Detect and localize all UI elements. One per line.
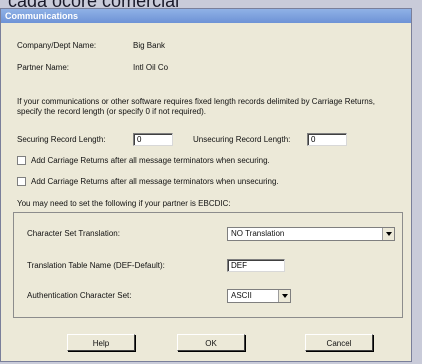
cr-securing-label: Add Carriage Returns after all message t… (31, 156, 270, 165)
communications-dialog: Communications Company/Dept Name: Big Ba… (0, 8, 412, 362)
partner-value: Intl Oil Co (133, 63, 169, 72)
cancel-button[interactable]: Cancel (305, 334, 373, 351)
chevron-down-icon[interactable] (278, 290, 290, 302)
help-button[interactable]: Help (67, 334, 135, 351)
auth-charset-value: ASCII (231, 291, 252, 300)
charset-translation-label: Character Set Translation: (27, 229, 120, 238)
partner-label: Partner Name: (17, 63, 70, 72)
auth-charset-select[interactable]: ASCII (227, 289, 291, 303)
unsecuring-record-length-input[interactable] (307, 133, 347, 146)
translation-table-input[interactable] (227, 259, 285, 272)
ok-button[interactable]: OK (177, 334, 245, 351)
company-label: Company/Dept Name: (17, 41, 97, 50)
record-description: If your communications or other software… (17, 97, 375, 116)
charset-translation-select[interactable]: NO Translation (227, 227, 395, 241)
securing-record-length-label: Securing Record Length: (17, 135, 106, 144)
dialog-title: Communications (1, 9, 411, 23)
cr-unsecuring-label: Add Carriage Returns after all message t… (31, 177, 279, 186)
ebcdic-note: You may need to set the following if you… (17, 199, 231, 208)
translation-table-label: Translation Table Name (DEF-Default): (27, 261, 165, 270)
charset-translation-value: NO Translation (231, 229, 285, 238)
cr-securing-checkbox[interactable] (17, 156, 26, 165)
cr-unsecuring-checkbox[interactable] (17, 177, 26, 186)
company-value: Big Bank (133, 41, 166, 50)
unsecuring-record-length-label: Unsecuring Record Length: (193, 135, 291, 144)
auth-charset-label: Authentication Character Set: (27, 291, 132, 300)
chevron-down-icon[interactable] (382, 228, 394, 240)
securing-record-length-input[interactable] (133, 133, 173, 146)
